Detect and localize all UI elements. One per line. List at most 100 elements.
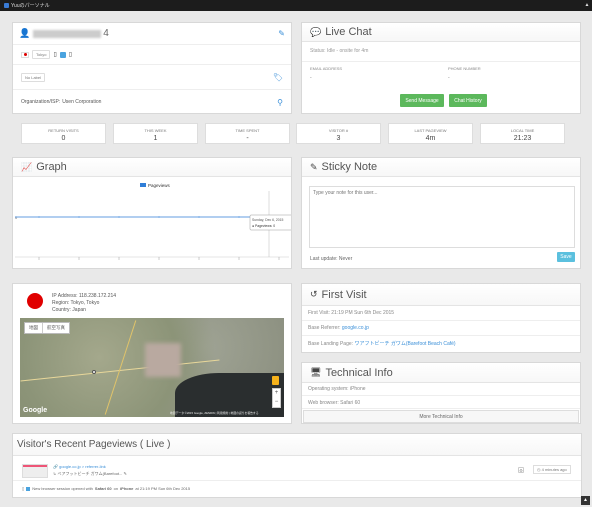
first-visit-title: First Visit: [321, 288, 367, 301]
zoom-in-button[interactable]: +: [273, 389, 280, 398]
save-button[interactable]: Save: [557, 252, 575, 262]
data-point: [158, 216, 160, 218]
zoom-out-button[interactable]: −: [273, 398, 280, 407]
stat-return-visits: RETURN VISITS 0: [21, 123, 106, 144]
legend-swatch: [140, 183, 146, 187]
browser-tab[interactable]: Yuuのパーソナル: [2, 1, 56, 10]
google-logo: Google: [23, 407, 48, 414]
landing-label: Base Landing Page:: [308, 341, 354, 347]
area-chart-icon: 📈: [21, 161, 33, 172]
map-type-button[interactable]: 地図: [25, 323, 43, 333]
stat-label: LAST PAGEVIEW: [414, 128, 447, 133]
page-thumbnail[interactable]: [22, 464, 48, 478]
more-technical-info-button[interactable]: More Technical Info: [303, 410, 579, 423]
chat-history-button[interactable]: Chat History: [449, 94, 487, 107]
org-label: Organization/ISP:: [21, 99, 61, 105]
email-label: EMAIL ADDRESS: [310, 66, 343, 71]
data-point: [238, 216, 240, 218]
region: Region: Tokyo, Tokyo: [52, 300, 100, 306]
phone-label: PHONE NUMBER: [448, 66, 481, 71]
device-icon: ▯: [68, 52, 73, 58]
stat-value: 4m: [425, 135, 436, 142]
email-field[interactable]: -: [310, 75, 448, 81]
browser-info: Web browser: Safari 60: [302, 396, 580, 409]
tag-icon[interactable]: 🏷: [273, 73, 283, 82]
visitor-name-suffix: 4: [103, 28, 109, 39]
history-icon: ↺: [310, 289, 318, 299]
live-chat-panel: 💬 Live Chat Status: Idle - onsite for 4m…: [301, 22, 581, 114]
technical-info-header: 🖥 Technical Info: [302, 363, 580, 383]
visitor-info-panel: 👤 4 ✎ Tokyo ▯ ▯ No Label 🏷 Organization/…: [12, 22, 292, 114]
stat-label: RETURN VISITS: [48, 128, 79, 133]
pageview-time: 4 minutes ago: [541, 467, 567, 472]
chat-icon: 💬: [310, 26, 322, 37]
referrer-link[interactable]: google.co.jp: [342, 325, 369, 331]
pageview-page[interactable]: ベアフットビーチ ガワム(Barefoot...: [57, 471, 122, 476]
label-tag[interactable]: No Label: [21, 72, 46, 82]
note-edit-icon: ✎: [310, 161, 318, 172]
stat-last-pageview: LAST PAGEVIEW 4m: [388, 123, 473, 144]
first-visit-panel: ↺ First Visit First Visit: 21:19 PM Sun …: [301, 283, 581, 353]
landing-link[interactable]: ワアフトビーチ ガワム(Barefoot Beach Café): [354, 341, 455, 347]
first-visit-time: First Visit: 21:19 PM Sun 6th Dec 2015: [302, 306, 580, 321]
japan-flag-icon: [21, 51, 29, 58]
map-blur-region: [145, 343, 181, 377]
sticky-note-title: Sticky Note: [321, 161, 378, 173]
map-credits[interactable]: 地図データ ©2015 Google, ZENRIN | 利用規約 | 地図の誤…: [170, 411, 259, 415]
sticky-last-update: Last update: Never: [310, 256, 353, 262]
stat-this-week: THIS WEEK 1: [113, 123, 198, 144]
stat-value: 3: [336, 135, 341, 142]
link-icon: 🔗: [53, 464, 58, 469]
pageviews-chart: Pageviews 0 Sunday, Dec 6, 2015 ● Pagevi…: [15, 183, 291, 260]
map-view[interactable]: 地図 航空写真 + − Google 地図データ ©2015 Google, Z…: [20, 318, 284, 417]
stat-label: THIS WEEK: [144, 128, 167, 133]
pageview-item: 🔗 google.co.jp > referrer-link ↳ ベアフットビー…: [13, 461, 581, 481]
stat-label: TIME SPENT: [235, 128, 260, 133]
edit-icon[interactable]: ✎: [278, 29, 285, 38]
search-icon[interactable]: ⚲: [277, 98, 283, 107]
location-flag: [27, 293, 43, 309]
stat-value: 21:23: [513, 135, 532, 142]
tooltip-date: Sunday, Dec 6, 2015: [252, 218, 284, 222]
session-prefix: New browser session opened with: [32, 486, 93, 491]
page-settings-icon[interactable]: ⚙: [518, 467, 524, 473]
live-chat-title: Live Chat: [325, 26, 372, 38]
sticky-note-header: ✎ Sticky Note: [302, 158, 580, 177]
page-arrow-icon: ↳: [53, 471, 57, 476]
stat-label: VISITOR #: [328, 128, 349, 133]
satellite-type-button[interactable]: 航空写真: [43, 323, 69, 333]
scroll-to-top-button[interactable]: ▲: [581, 496, 590, 505]
session-os-icon: [26, 486, 31, 491]
pageview-referrer[interactable]: google.co.jp > referrer-link: [59, 464, 106, 469]
stat-value: -: [246, 135, 249, 142]
sticky-note-panel: ✎ Sticky Note Last update: Never Save: [301, 157, 581, 269]
send-message-button[interactable]: Send Message: [400, 94, 444, 107]
os-info: Operating system: iPhone: [302, 383, 580, 396]
phone-field[interactable]: -: [448, 75, 481, 81]
ip-address: IP Address: 118.238.172.214: [52, 293, 117, 299]
mobile-icon: ▯: [53, 52, 57, 58]
clock-icon: ◷: [537, 467, 541, 472]
stat-local-time: LOCAL TIME 21:23: [480, 123, 565, 144]
monitor-icon: 🖥: [310, 367, 322, 377]
technical-info-panel: 🖥 Technical Info Operating system: iPhon…: [301, 362, 581, 424]
visitor-name-blur: [33, 29, 102, 38]
street-view-icon[interactable]: [272, 376, 279, 385]
live-chat-header: 💬 Live Chat: [302, 23, 580, 42]
y-axis-zero: 0: [15, 215, 18, 220]
browser-bar: Yuuのパーソナル ▲: [0, 0, 592, 11]
tooltip-value: ● Pageviews: 0: [252, 224, 275, 228]
data-point: [78, 216, 80, 218]
sticky-note-textarea[interactable]: [309, 186, 575, 248]
session-mid: on: [113, 486, 119, 491]
scroll-top-icon[interactable]: ▲: [584, 2, 590, 8]
browser-tab-title: Yuuのパーソナル: [11, 3, 50, 9]
edit-page-icon[interactable]: ✎: [124, 471, 127, 476]
stat-time-spent: TIME SPENT -: [205, 123, 290, 144]
session-browser: Safari 60: [94, 486, 112, 491]
stat-value: 1: [153, 135, 158, 142]
map-pin-icon: [92, 370, 96, 374]
session-info: ▯ New browser session opened with Safari…: [22, 486, 190, 491]
data-point: [38, 216, 40, 218]
recent-pageviews-title: Visitor's Recent Pageviews ( Live ): [13, 434, 581, 456]
